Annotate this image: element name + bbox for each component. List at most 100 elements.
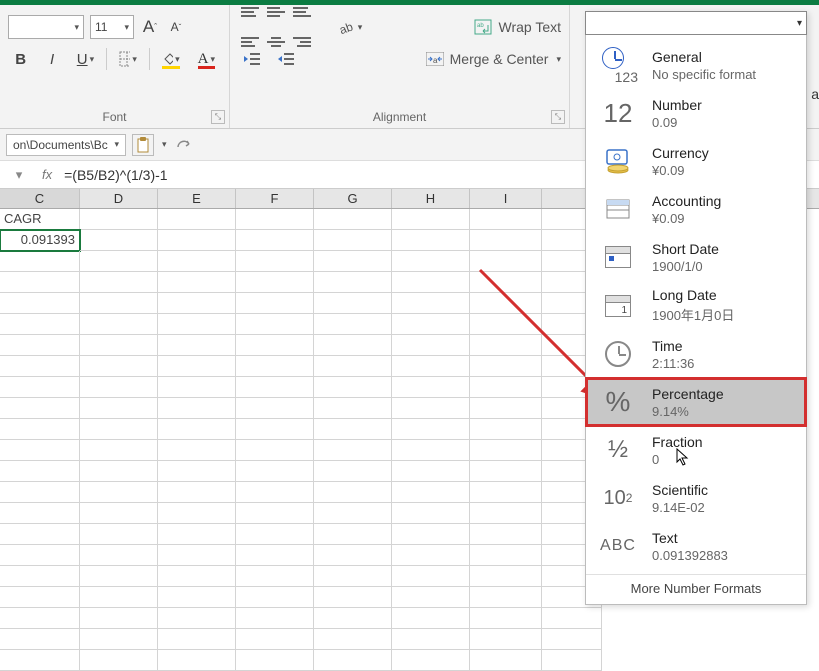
cell[interactable] bbox=[158, 209, 236, 230]
cell[interactable] bbox=[158, 314, 236, 335]
cell[interactable] bbox=[158, 272, 236, 293]
cell[interactable] bbox=[542, 629, 602, 650]
cell[interactable] bbox=[470, 587, 542, 608]
cell[interactable] bbox=[470, 482, 542, 503]
format-accounting[interactable]: Accounting¥0.09 bbox=[586, 185, 806, 233]
cell[interactable] bbox=[470, 650, 542, 671]
cell[interactable] bbox=[80, 335, 158, 356]
cell[interactable] bbox=[314, 356, 392, 377]
cell[interactable] bbox=[236, 398, 314, 419]
underline-button[interactable]: U▾ bbox=[71, 45, 100, 73]
cell[interactable] bbox=[0, 587, 80, 608]
cell[interactable] bbox=[236, 503, 314, 524]
cell[interactable] bbox=[0, 272, 80, 293]
cell[interactable] bbox=[80, 209, 158, 230]
cell[interactable] bbox=[314, 335, 392, 356]
cell[interactable] bbox=[236, 482, 314, 503]
cell[interactable] bbox=[314, 608, 392, 629]
cell[interactable] bbox=[314, 650, 392, 671]
cell[interactable] bbox=[314, 461, 392, 482]
cell[interactable] bbox=[80, 356, 158, 377]
orientation-button[interactable]: ab▾ bbox=[336, 16, 364, 38]
cell[interactable] bbox=[0, 461, 80, 482]
cell[interactable] bbox=[470, 461, 542, 482]
merge-center-button[interactable]: a Merge & Center▾ bbox=[426, 48, 561, 70]
cell[interactable] bbox=[80, 314, 158, 335]
clipboard-button[interactable] bbox=[132, 134, 154, 156]
cell[interactable] bbox=[392, 608, 470, 629]
cell[interactable] bbox=[80, 524, 158, 545]
cell[interactable] bbox=[80, 629, 158, 650]
cell[interactable] bbox=[470, 545, 542, 566]
format-currency[interactable]: Currency¥0.09 bbox=[586, 137, 806, 185]
font-size-select[interactable]: 11 ▾ bbox=[90, 15, 134, 39]
cell[interactable] bbox=[470, 251, 542, 272]
cell[interactable] bbox=[470, 314, 542, 335]
format-long-date[interactable]: Long Date1900年1月0日 bbox=[586, 281, 806, 330]
cell[interactable] bbox=[392, 461, 470, 482]
cell[interactable] bbox=[314, 440, 392, 461]
cell[interactable] bbox=[470, 398, 542, 419]
cell[interactable] bbox=[158, 545, 236, 566]
cell[interactable] bbox=[158, 419, 236, 440]
cell[interactable] bbox=[392, 314, 470, 335]
cell[interactable] bbox=[80, 440, 158, 461]
cell[interactable] bbox=[236, 314, 314, 335]
cell[interactable] bbox=[470, 419, 542, 440]
cell[interactable] bbox=[392, 566, 470, 587]
cell[interactable] bbox=[158, 587, 236, 608]
cell[interactable] bbox=[236, 272, 314, 293]
cell[interactable] bbox=[236, 545, 314, 566]
cell[interactable] bbox=[392, 482, 470, 503]
cell[interactable] bbox=[158, 230, 236, 251]
cell[interactable] bbox=[392, 629, 470, 650]
cell[interactable] bbox=[470, 566, 542, 587]
cell[interactable] bbox=[392, 356, 470, 377]
cell[interactable] bbox=[470, 503, 542, 524]
cell[interactable] bbox=[80, 587, 158, 608]
align-top-button[interactable] bbox=[238, 0, 262, 26]
cell[interactable] bbox=[80, 482, 158, 503]
cell[interactable] bbox=[392, 503, 470, 524]
cell[interactable] bbox=[542, 650, 602, 671]
cell[interactable] bbox=[236, 377, 314, 398]
col-header-i[interactable]: I bbox=[470, 189, 542, 208]
cell[interactable] bbox=[158, 566, 236, 587]
format-short-date[interactable]: Short Date1900/1/0 bbox=[586, 233, 806, 281]
cell[interactable] bbox=[80, 251, 158, 272]
cell[interactable] bbox=[0, 545, 80, 566]
cell[interactable] bbox=[392, 545, 470, 566]
cell[interactable] bbox=[392, 587, 470, 608]
cell[interactable] bbox=[0, 314, 80, 335]
increase-indent-button[interactable] bbox=[272, 48, 300, 70]
format-time[interactable]: Time2:11:36 bbox=[586, 330, 806, 378]
cell[interactable] bbox=[314, 251, 392, 272]
font-dialog-launcher[interactable]: ⤡ bbox=[211, 110, 225, 124]
cell[interactable] bbox=[80, 503, 158, 524]
cell[interactable] bbox=[392, 650, 470, 671]
cell[interactable] bbox=[236, 419, 314, 440]
cell[interactable] bbox=[236, 629, 314, 650]
bold-button[interactable]: B bbox=[8, 45, 33, 73]
cell[interactable] bbox=[0, 293, 80, 314]
cell[interactable] bbox=[80, 461, 158, 482]
cell[interactable] bbox=[158, 398, 236, 419]
cell[interactable] bbox=[236, 608, 314, 629]
cell[interactable] bbox=[80, 377, 158, 398]
redo-button[interactable] bbox=[173, 134, 195, 156]
cell[interactable] bbox=[0, 377, 80, 398]
cell[interactable] bbox=[0, 440, 80, 461]
cell[interactable] bbox=[158, 524, 236, 545]
cell[interactable] bbox=[236, 524, 314, 545]
cell[interactable] bbox=[314, 419, 392, 440]
cell[interactable] bbox=[0, 608, 80, 629]
number-format-select[interactable]: ▾ bbox=[585, 11, 807, 35]
cell[interactable] bbox=[158, 377, 236, 398]
cell[interactable] bbox=[236, 251, 314, 272]
cell[interactable] bbox=[0, 629, 80, 650]
cell[interactable] bbox=[236, 650, 314, 671]
wrap-text-button[interactable]: ab Wrap Text bbox=[474, 16, 561, 38]
cell[interactable] bbox=[236, 587, 314, 608]
cell[interactable] bbox=[470, 230, 542, 251]
cell[interactable] bbox=[158, 461, 236, 482]
